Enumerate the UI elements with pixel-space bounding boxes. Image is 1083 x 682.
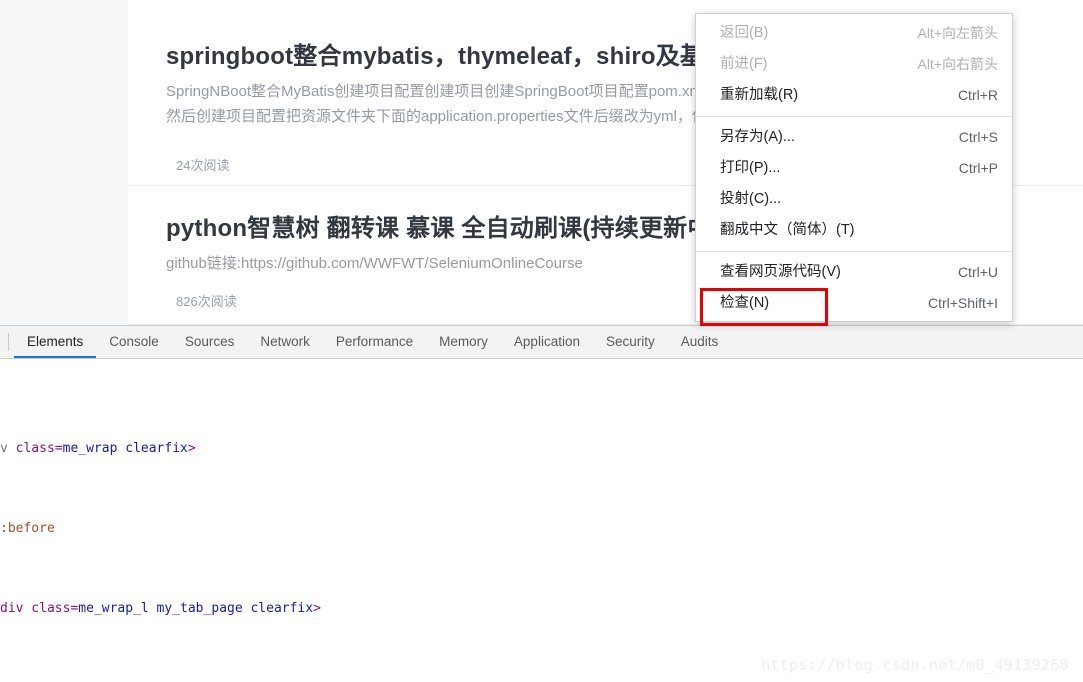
tab-application[interactable]: Application (501, 326, 593, 358)
article-read-count: 24次阅读 (176, 158, 230, 173)
tab-label: Network (260, 333, 310, 349)
context-menu-item-label: 翻成中文（简体）(T) (720, 222, 855, 238)
tab-label: Sources (184, 333, 235, 349)
context-menu-item-translate[interactable]: 翻成中文（简体）(T) (696, 215, 1012, 246)
context-menu-item-label: 查看网页源代码(V) (720, 264, 841, 280)
context-menu-item-save-as[interactable]: 另存为(A)... Ctrl+S (696, 122, 1012, 153)
context-menu-item-shortcut: Alt+向右箭头 (917, 56, 998, 72)
tab-label: Application (513, 333, 580, 349)
dom-line[interactable]: :before (0, 499, 1083, 536)
tab-performance[interactable]: Performance (323, 326, 426, 358)
tab-label: Memory (439, 333, 488, 349)
context-menu-separator (696, 251, 1012, 252)
context-menu-item-shortcut: Ctrl+Shift+I (927, 295, 998, 311)
devtools-tabbar: Elements Console Sources Network Perform… (0, 326, 1083, 359)
article-description-line-1: github链接:https://github.com/WWFWT/Seleni… (166, 255, 583, 272)
article-title[interactable]: python智慧树 翻转课 慕课 全自动刷课(持续更新中) (166, 208, 720, 243)
tab-sources[interactable]: Sources (172, 326, 248, 358)
disclosure-triangle-icon[interactable]: v (0, 439, 8, 459)
context-menu-item-shortcut: Alt+向左箭头 (917, 25, 998, 41)
context-menu-item-label: 打印(P)... (720, 160, 781, 176)
devtools-panel: Elements Console Sources Network Perform… (0, 325, 1083, 682)
tab-label: Audits (680, 333, 719, 349)
dom-line[interactable]: div class=me_wrap_l my_tab_page clearfix… (0, 579, 1083, 616)
context-menu-item-view-source[interactable]: 查看网页源代码(V) Ctrl+U (696, 257, 1012, 288)
page-left-sidebar (0, 0, 129, 325)
context-menu-item-reload[interactable]: 重新加载(R) Ctrl+R (696, 80, 1012, 111)
context-menu-item-forward[interactable]: 前进(F) Alt+向右箭头 (696, 49, 1012, 80)
tab-elements[interactable]: Elements (14, 326, 97, 358)
inspect-highlight-box (700, 288, 828, 326)
browser-context-menu[interactable]: 返回(B) Alt+向左箭头 前进(F) Alt+向右箭头 重新加载(R) Ct… (695, 13, 1013, 322)
article-read-count: 826次阅读 (176, 294, 237, 309)
tab-label: Performance (335, 333, 414, 349)
dom-tag: class= (7, 441, 63, 456)
tab-audits[interactable]: Audits (668, 326, 732, 358)
tab-console[interactable]: Console (96, 326, 172, 358)
dom-pseudo-element: :before (0, 521, 55, 536)
tab-network[interactable]: Network (247, 326, 323, 358)
dom-tag: div class= (0, 601, 79, 616)
context-menu-item-label: 前进(F) (720, 56, 768, 72)
context-menu-item-label: 返回(B) (720, 25, 769, 41)
context-menu-item-label: 投射(C)... (720, 191, 782, 207)
context-menu-separator (696, 116, 1012, 117)
dom-tree-panel[interactable]: v class=me_wrap clearfix> :before div cl… (0, 359, 1083, 682)
dom-attr-value: me_wrap_l my_tab_page clearfix (78, 601, 314, 616)
dom-line[interactable]: v class=me_wrap clearfix> (0, 419, 1083, 456)
context-menu-item-shortcut: Ctrl+R (957, 87, 998, 103)
context-menu-item-print[interactable]: 打印(P)... Ctrl+P (696, 153, 1012, 184)
watermark: https://blog.csdn.net/m0_49139268 (761, 656, 1069, 674)
screenshot-root: springboot整合mybatis，thymeleaf，shiro及基本用法… (0, 0, 1083, 682)
tab-security[interactable]: Security (593, 326, 668, 358)
context-menu-item-shortcut: Ctrl+P (958, 160, 998, 176)
tab-label: Console (109, 333, 159, 349)
context-menu-item-label: 另存为(A)... (720, 129, 795, 145)
dom-punct: > (187, 441, 196, 456)
context-menu-item-cast[interactable]: 投射(C)... (696, 184, 1012, 215)
context-menu-item-shortcut: Ctrl+U (957, 264, 998, 280)
context-menu-item-shortcut: Ctrl+S (958, 129, 998, 145)
tab-label: Elements (27, 333, 84, 349)
dom-punct: > (313, 601, 321, 616)
tab-memory[interactable]: Memory (426, 326, 501, 358)
tab-label: Security (605, 333, 655, 349)
dom-attr-value: me_wrap clearfix (62, 441, 188, 456)
context-menu-item-label: 重新加载(R) (720, 87, 799, 103)
article-title[interactable]: springboot整合mybatis，thymeleaf，shiro及基本用法 (166, 36, 777, 71)
context-menu-item-back[interactable]: 返回(B) Alt+向左箭头 (696, 18, 1012, 49)
